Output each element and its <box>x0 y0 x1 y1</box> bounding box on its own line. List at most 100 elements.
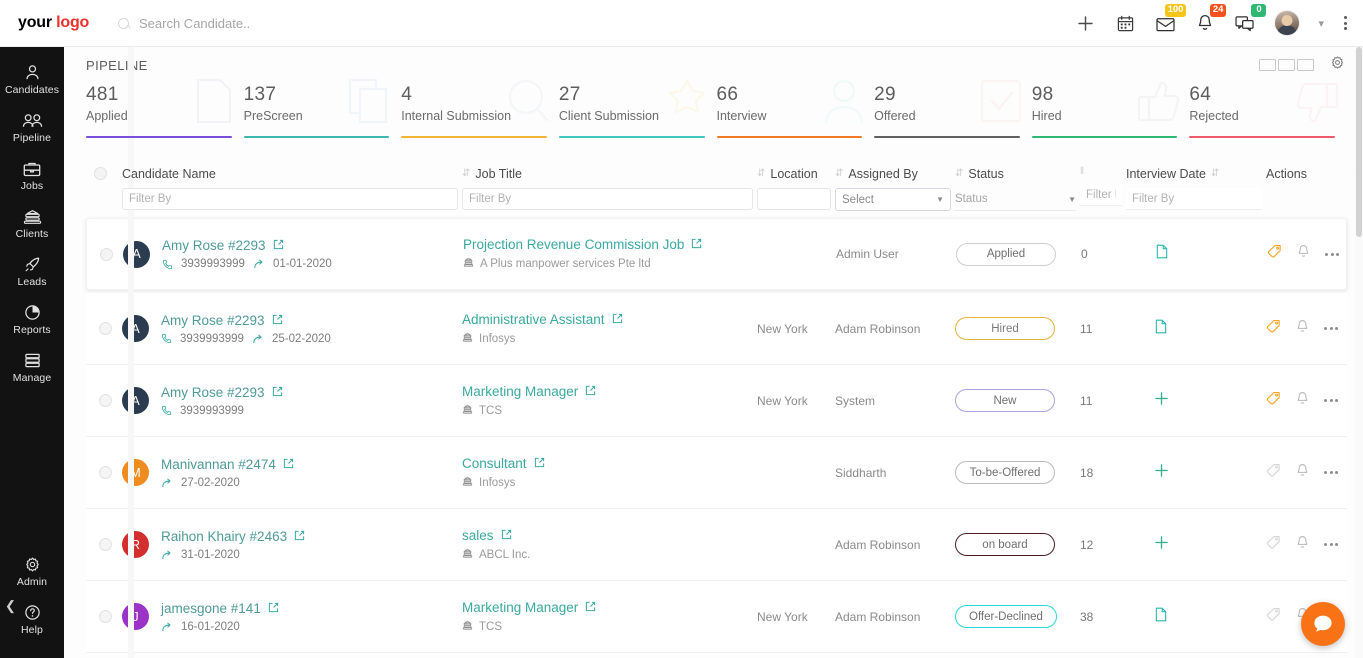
more-actions-icon[interactable] <box>1325 253 1339 256</box>
row-select-radio[interactable] <box>99 466 112 479</box>
external-link-icon[interactable] <box>283 457 294 472</box>
sidebar-collapse-icon[interactable]: ❮ <box>5 598 16 614</box>
document-icon[interactable] <box>1155 244 1169 259</box>
external-link-icon[interactable] <box>612 312 623 327</box>
external-link-icon[interactable] <box>268 601 279 616</box>
sidebar-item-reports[interactable]: Reports <box>0 296 64 344</box>
add-button[interactable] <box>1074 12 1096 34</box>
table-row[interactable]: R Raihon Khairy #2463 31-01-2020 sales A… <box>86 509 1347 581</box>
plus-icon[interactable] <box>1154 463 1169 478</box>
candidate-name-link[interactable]: Amy Rose #2293 <box>161 385 283 400</box>
tag-icon[interactable] <box>1266 607 1281 627</box>
status-badge[interactable]: on board <box>955 533 1055 556</box>
plus-icon[interactable] <box>1154 535 1169 550</box>
document-icon[interactable] <box>1154 607 1168 622</box>
sort-icon[interactable]: ⇵ <box>1211 169 1219 179</box>
stage-internal-submission[interactable]: 4 Internal Submission <box>401 83 559 147</box>
status-badge[interactable]: Hired <box>955 317 1055 340</box>
table-row[interactable]: M Manivannan #2474 27-02-2020 Consultant… <box>86 437 1347 509</box>
stage-rejected[interactable]: 64 Rejected <box>1189 83 1347 147</box>
tag-icon[interactable] <box>1267 244 1282 264</box>
bell-icon[interactable] <box>1297 244 1310 264</box>
table-row[interactable]: A Amy Rose #2293 3939993999 Marketing Ma… <box>86 365 1347 437</box>
stage-interview[interactable]: 66 Interview <box>717 83 875 147</box>
job-title-link[interactable]: sales <box>462 528 757 543</box>
more-actions-icon[interactable] <box>1324 327 1338 330</box>
external-link-icon[interactable] <box>272 313 283 328</box>
sidebar-item-admin[interactable]: Admin <box>0 548 64 596</box>
chevron-down-icon[interactable]: ▾ <box>1318 17 1324 30</box>
stage-prescreen[interactable]: 137 PreScreen <box>244 83 402 147</box>
plus-icon[interactable] <box>1154 391 1169 406</box>
tag-icon[interactable] <box>1266 535 1281 555</box>
sort-icon[interactable]: ⇵ <box>955 169 963 179</box>
bell-icon[interactable] <box>1296 319 1309 339</box>
sidebar-item-pipeline[interactable]: Pipeline <box>0 104 64 152</box>
external-link-icon[interactable] <box>585 600 596 615</box>
sidebar-item-clients[interactable]: Clients <box>0 200 64 248</box>
more-actions-icon[interactable] <box>1324 471 1338 474</box>
table-row[interactable]: A Amy Rose #2293 3939993999 25-02-2020 A… <box>86 293 1347 365</box>
bell-icon[interactable] <box>1296 463 1309 483</box>
sort-icon[interactable]: ⇵ <box>757 169 765 179</box>
sidebar-item-candidates[interactable]: Candidates <box>0 56 64 104</box>
row-select-radio[interactable] <box>99 610 112 623</box>
table-row[interactable]: A Amy Rose #2293 3939993999 01-01-2020 P… <box>86 218 1347 290</box>
tag-icon[interactable] <box>1266 391 1281 411</box>
candidate-name-link[interactable]: Amy Rose #2293 <box>161 313 331 328</box>
layout-toggle[interactable] <box>1259 59 1314 71</box>
status-badge[interactable]: Offer-Declined <box>955 605 1057 628</box>
more-actions-icon[interactable] <box>1324 543 1338 546</box>
row-select-radio[interactable] <box>99 394 112 407</box>
sidebar-item-leads[interactable]: Leads <box>0 248 64 296</box>
row-select-radio[interactable] <box>99 538 112 551</box>
status-badge[interactable]: Applied <box>956 243 1056 266</box>
stage-client-submission[interactable]: 27 Client Submission <box>559 83 717 147</box>
document-icon[interactable] <box>1154 319 1168 334</box>
external-link-icon[interactable] <box>691 237 702 252</box>
vertical-scrollbar[interactable] <box>1355 47 1363 658</box>
chat-icon[interactable]: 0 <box>1234 12 1256 34</box>
row-select-radio[interactable] <box>99 322 112 335</box>
stage-applied[interactable]: 481 Applied <box>86 83 244 147</box>
job-title-link[interactable]: Administrative Assistant <box>462 312 757 327</box>
sort-icon[interactable]: ⇵ <box>835 169 843 179</box>
filter-candidate-name[interactable] <box>122 188 458 210</box>
tag-icon[interactable] <box>1266 463 1281 483</box>
job-title-link[interactable]: Projection Revenue Commission Job <box>463 237 758 252</box>
app-logo[interactable]: your logo <box>0 14 104 32</box>
filter-status-select[interactable]: Status ▼ <box>955 188 1076 211</box>
more-actions-icon[interactable] <box>1324 399 1338 402</box>
filter-assigned-by-select[interactable]: Select ▼ <box>835 188 951 211</box>
inbox-icon[interactable]: 100 <box>1154 12 1176 34</box>
avatar[interactable] <box>1274 10 1300 36</box>
candidate-name-link[interactable]: Raihon Khairy #2463 <box>161 529 305 544</box>
search-input[interactable] <box>139 16 459 31</box>
calendar-icon[interactable] <box>1114 12 1136 34</box>
filter-interview-date[interactable] <box>1126 188 1262 210</box>
job-title-link[interactable]: Marketing Manager <box>462 600 757 615</box>
candidate-name-link[interactable]: jamesgone #141 <box>161 601 279 616</box>
external-link-icon[interactable] <box>534 456 545 471</box>
sort-icon[interactable]: ⇵ <box>462 169 470 179</box>
job-title-link[interactable]: Consultant <box>462 456 757 471</box>
bell-icon[interactable] <box>1296 535 1309 555</box>
candidate-name-link[interactable]: Amy Rose #2293 <box>162 238 332 253</box>
sidebar-item-jobs[interactable]: Jobs <box>0 152 64 200</box>
stage-offered[interactable]: 29 Offered <box>874 83 1032 147</box>
external-link-icon[interactable] <box>272 385 283 400</box>
scrollbar-thumb[interactable] <box>1356 47 1362 237</box>
more-vertical-icon[interactable] <box>1342 14 1349 32</box>
select-all-radio[interactable] <box>94 167 107 180</box>
sort-icon[interactable]: ‖ <box>1080 167 1084 177</box>
bell-icon[interactable] <box>1296 391 1309 411</box>
filter-job-title[interactable] <box>462 188 753 210</box>
row-select-radio[interactable] <box>100 248 113 261</box>
job-title-link[interactable]: Marketing Manager <box>462 384 757 399</box>
bell-icon[interactable]: 24 <box>1194 12 1216 34</box>
table-row[interactable]: J jamesgone #141 16-01-2020 Marketing Ma… <box>86 581 1347 653</box>
tag-icon[interactable] <box>1266 319 1281 339</box>
chat-support-button[interactable] <box>1301 602 1345 646</box>
status-badge[interactable]: New <box>955 389 1055 412</box>
external-link-icon[interactable] <box>585 384 596 399</box>
